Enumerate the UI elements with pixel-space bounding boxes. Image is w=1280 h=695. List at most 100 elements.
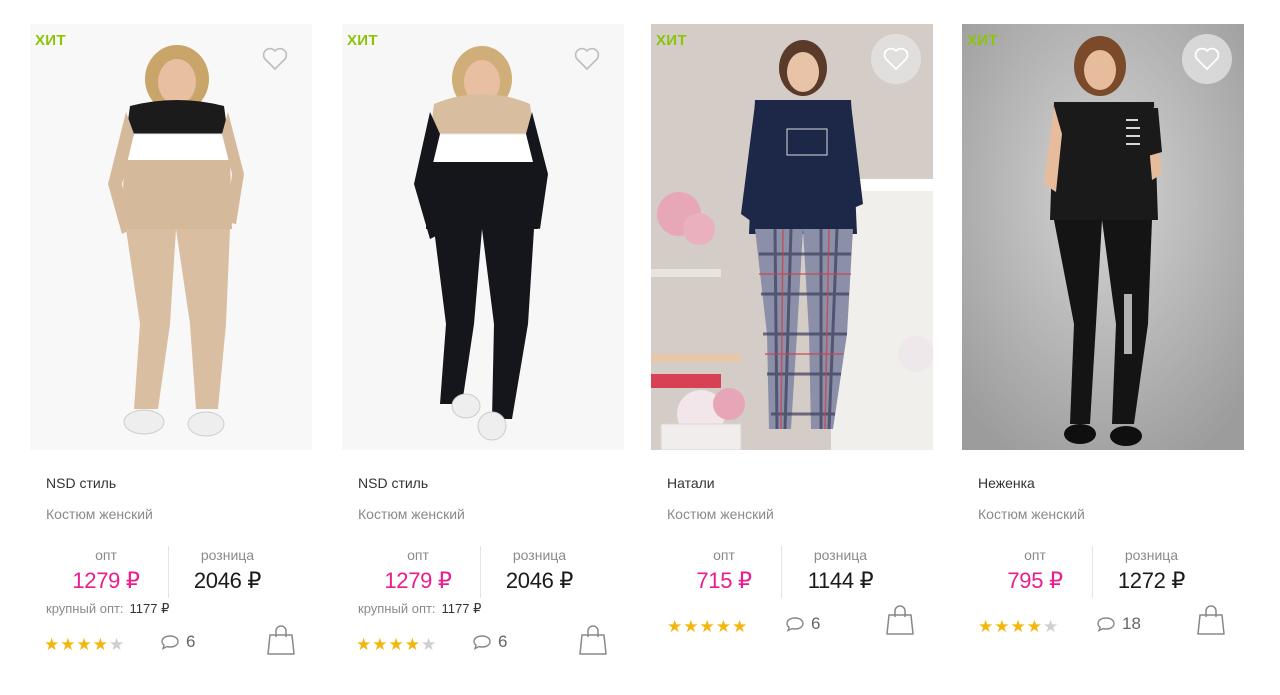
- comments-count: 6: [186, 632, 196, 651]
- wholesale-value: 1279 ₽: [72, 568, 140, 593]
- favorite-button[interactable]: [871, 34, 921, 84]
- hit-badge: ХИТ: [347, 32, 378, 49]
- star-icon: ★: [683, 617, 699, 636]
- wholesale-price: опт 715 ₽: [667, 546, 781, 596]
- retail-label: розница: [1124, 547, 1179, 563]
- wholesale-price: опт 795 ₽: [978, 546, 1092, 596]
- retail-price: розница 1272 ₽: [1092, 546, 1210, 598]
- heart-icon: [262, 47, 288, 70]
- comments-link[interactable]: 6: [472, 632, 507, 652]
- bulk-price: крупный опт: 1177 ₽: [46, 601, 169, 617]
- retail-value: 2046 ₽: [193, 568, 262, 593]
- product-brand[interactable]: Неженка: [978, 475, 1035, 491]
- comments-link[interactable]: 18: [1096, 614, 1141, 634]
- bulk-price: крупный опт: 1177 ₽: [358, 601, 481, 617]
- star-icon: ★: [404, 635, 420, 654]
- star-icon: ★: [1010, 617, 1026, 636]
- wholesale-label: опт: [407, 547, 429, 563]
- star-icon: ★: [76, 635, 92, 654]
- retail-price: розница 2046 ₽: [168, 546, 286, 598]
- wholesale-label: опт: [95, 547, 117, 563]
- add-to-cart-button[interactable]: [578, 624, 608, 656]
- product-photo[interactable]: ХИТ: [30, 24, 312, 450]
- favorite-button[interactable]: [1182, 34, 1232, 84]
- product-grid: ХИТ NSD стиль Костюм женский опт 1279 ₽ …: [0, 0, 1280, 695]
- rating-stars: ★ ★ ★ ★ ★: [356, 636, 436, 654]
- wholesale-label: опт: [1024, 547, 1046, 563]
- price-block: опт 1279 ₽ розница 2046 ₽: [46, 546, 296, 602]
- price-block: опт 715 ₽ розница 1144 ₽: [667, 546, 917, 602]
- price-block: опт 1279 ₽ розница 2046 ₽: [358, 546, 608, 602]
- hit-badge: ХИТ: [656, 32, 687, 49]
- comments-link[interactable]: 6: [160, 632, 195, 652]
- star-icon: ★: [715, 617, 731, 636]
- favorite-button[interactable]: [562, 34, 612, 84]
- retail-price: розница 2046 ₽: [480, 546, 598, 598]
- wholesale-value: 715 ₽: [696, 568, 752, 593]
- star-icon: ★: [732, 617, 748, 636]
- retail-value: 1272 ₽: [1117, 568, 1186, 593]
- retail-value: 2046 ₽: [505, 568, 574, 593]
- star-icon: ★: [109, 635, 125, 654]
- star-icon: ★: [60, 635, 76, 654]
- add-to-cart-button[interactable]: [266, 624, 296, 656]
- star-icon: ★: [994, 617, 1010, 636]
- rating-stars: ★ ★ ★ ★ ★: [44, 636, 124, 654]
- product-type[interactable]: Костюм женский: [358, 506, 465, 522]
- product-card[interactable]: ХИТ NSD стиль Костюм женский опт 1279 ₽ …: [30, 24, 312, 674]
- star-icon: ★: [356, 635, 372, 654]
- star-icon: ★: [699, 617, 715, 636]
- shopping-bag-icon: [1197, 605, 1225, 635]
- retail-label: розница: [813, 547, 868, 563]
- product-brand[interactable]: Натали: [667, 475, 715, 491]
- product-card[interactable]: ХИТ NSD стиль Костюм женский опт 1279 ₽ …: [342, 24, 624, 674]
- product-card[interactable]: ХИТ Натали Костюм женский опт 715 ₽ розн…: [651, 24, 933, 674]
- heart-icon: [883, 47, 909, 70]
- retail-label: розница: [200, 547, 255, 563]
- comments-count: 6: [498, 632, 508, 651]
- price-block: опт 795 ₽ розница 1272 ₽: [978, 546, 1228, 602]
- heart-icon: [1194, 47, 1220, 70]
- hit-badge: ХИТ: [35, 32, 66, 49]
- add-to-cart-button[interactable]: [885, 604, 915, 636]
- rating-stars: ★ ★ ★ ★ ★: [978, 618, 1058, 636]
- wholesale-value: 795 ₽: [1007, 568, 1063, 593]
- product-type[interactable]: Костюм женский: [667, 506, 774, 522]
- add-to-cart-button[interactable]: [1196, 604, 1226, 636]
- wholesale-value: 1279 ₽: [384, 568, 452, 593]
- favorite-button[interactable]: [250, 34, 300, 84]
- speech-bubble-icon: [161, 635, 179, 650]
- product-type[interactable]: Костюм женский: [978, 506, 1085, 522]
- star-icon: ★: [1043, 617, 1059, 636]
- star-icon: ★: [978, 617, 994, 636]
- speech-bubble-icon: [786, 617, 804, 632]
- product-card[interactable]: ХИТ Неженка Костюм женский опт 795 ₽ роз…: [962, 24, 1244, 674]
- star-icon: ★: [388, 635, 404, 654]
- retail-price: розница 1144 ₽: [781, 546, 899, 598]
- hit-badge: ХИТ: [967, 32, 998, 49]
- speech-bubble-icon: [473, 635, 491, 650]
- bulk-label: крупный опт:: [46, 601, 124, 616]
- wholesale-label: опт: [713, 547, 735, 563]
- star-icon: ★: [421, 635, 437, 654]
- star-icon: ★: [44, 635, 60, 654]
- comments-count: 18: [1122, 614, 1141, 633]
- star-icon: ★: [1026, 617, 1042, 636]
- star-icon: ★: [372, 635, 388, 654]
- shopping-bag-icon: [267, 625, 295, 655]
- wholesale-price: опт 1279 ₽: [358, 546, 478, 596]
- speech-bubble-icon: [1097, 617, 1115, 632]
- product-brand[interactable]: NSD стиль: [358, 475, 428, 491]
- product-photo[interactable]: ХИТ: [651, 24, 933, 450]
- product-brand[interactable]: NSD стиль: [46, 475, 116, 491]
- product-photo[interactable]: ХИТ: [962, 24, 1244, 450]
- product-photo[interactable]: ХИТ: [342, 24, 624, 450]
- bulk-value: 1177 ₽: [129, 601, 170, 616]
- product-type[interactable]: Костюм женский: [46, 506, 153, 522]
- retail-label: розница: [512, 547, 567, 563]
- wholesale-price: опт 1279 ₽: [46, 546, 166, 596]
- star-icon: ★: [667, 617, 683, 636]
- rating-stars: ★ ★ ★ ★ ★: [667, 618, 747, 636]
- comments-link[interactable]: 6: [785, 614, 820, 634]
- shopping-bag-icon: [886, 605, 914, 635]
